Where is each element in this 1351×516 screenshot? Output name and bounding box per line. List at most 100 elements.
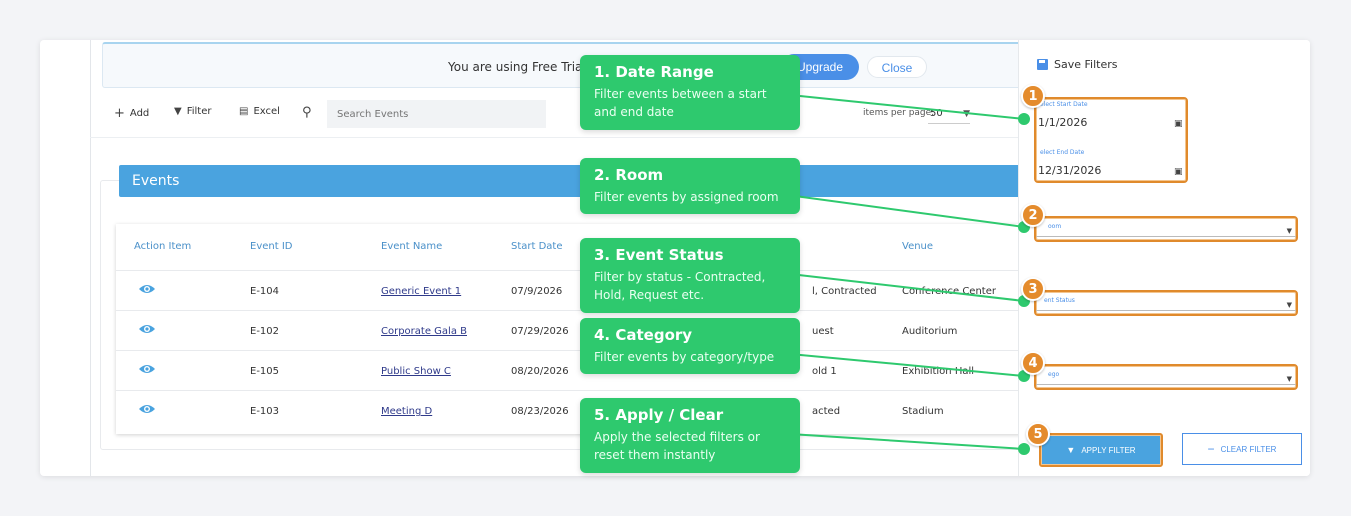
start-date: 08/23/2026 (511, 406, 569, 417)
column-header[interactable]: Venue (902, 241, 933, 252)
add-button[interactable]: + Add (114, 106, 149, 121)
event-id: E-104 (250, 286, 280, 297)
items-per-page-value: 50 (930, 108, 943, 119)
items-per-page-select[interactable]: 50 ▼ (928, 104, 970, 124)
callout-room: 2. Room Filter events by assigned room (580, 158, 800, 214)
callout-title: 4. Category (594, 326, 693, 344)
event-name-link[interactable]: Public Show C (381, 366, 451, 377)
funnel-icon: ▼ (1066, 445, 1076, 455)
select-underline (1036, 384, 1296, 385)
callout-description: Apply the selected filters or reset them… (594, 430, 760, 462)
chevron-down-icon: ▼ (1286, 301, 1292, 309)
event-name-link[interactable]: Corporate Gala B (381, 326, 467, 337)
chevron-down-icon: ▼ (963, 109, 970, 119)
step-badge-3: 3 (1021, 277, 1045, 301)
eye-icon[interactable] (138, 363, 156, 375)
room-label: oom (1048, 223, 1062, 230)
save-filters-label: Save Filters (1054, 58, 1118, 71)
event-status: l, Contracted (812, 286, 877, 297)
callout-date-range: 1. Date Range Filter events between a st… (580, 55, 800, 130)
venue: Conference Center (902, 286, 996, 297)
document-icon: ▤ (239, 106, 249, 117)
step-badge-4: 4 (1021, 351, 1045, 375)
step-badge-2: 2 (1021, 203, 1045, 227)
calendar-icon[interactable]: ▣ (1174, 119, 1183, 129)
callout-event-status: 3. Event Status Filter by status - Contr… (580, 238, 800, 313)
left-divider (90, 40, 91, 476)
excel-label: Excel (253, 106, 280, 117)
search-icon[interactable]: ⚲ (302, 105, 312, 120)
step-badge-5: 5 (1026, 422, 1050, 446)
event-status-label: ent Status (1044, 297, 1075, 304)
table-row: E-103 Meeting D 08/23/2026 acted Stadium (116, 390, 1036, 430)
event-status-select[interactable]: ent Status ▼ (1034, 290, 1298, 316)
start-date: 07/9/2026 (511, 286, 563, 297)
event-id: E-103 (250, 406, 280, 417)
callout-title: 5. Apply / Clear (594, 406, 724, 424)
event-id: E-105 (250, 366, 280, 377)
filter-label: Filter (186, 106, 212, 117)
callout-apply-clear: 5. Apply / Clear Apply the selected filt… (580, 398, 800, 473)
callout-description: Filter events by assigned room (594, 190, 779, 204)
select-underline (1036, 310, 1296, 311)
event-id: E-102 (250, 326, 280, 337)
save-filters-button[interactable]: Save Filters (1037, 58, 1117, 71)
chevron-down-icon: ▼ (1286, 375, 1292, 383)
start-date: 08/20/2026 (511, 366, 569, 377)
filter-button[interactable]: ▼ Filter (174, 106, 211, 117)
venue: Stadium (902, 406, 944, 417)
event-status: old 1 (812, 366, 837, 377)
add-label: Add (129, 108, 150, 119)
eye-icon[interactable] (138, 283, 156, 295)
callout-description: Filter by status - Contracted, Hold, Req… (594, 270, 766, 302)
venue: Exhibition Hall (902, 366, 975, 377)
start-date: 07/29/2026 (511, 326, 569, 337)
calendar-icon[interactable]: ▣ (1174, 167, 1183, 177)
chevron-down-icon: ▼ (1286, 227, 1292, 235)
minus-icon: − (1207, 442, 1215, 456)
callout-title: 2. Room (594, 166, 664, 184)
toolbar: + Add ▼ Filter ▤ Excel ⚲ items per page:… (114, 100, 1014, 128)
column-header[interactable]: Start Date (511, 241, 563, 252)
callout-category: 4. Category Filter events by category/ty… (580, 318, 800, 374)
event-name-link[interactable]: Generic Event 1 (381, 286, 461, 297)
select-underline (1036, 236, 1296, 237)
callout-title: 1. Date Range (594, 63, 714, 81)
column-header[interactable]: Event Name (381, 241, 442, 252)
excel-button[interactable]: ▤ Excel (239, 106, 280, 117)
eye-icon[interactable] (138, 323, 156, 335)
event-name-link[interactable]: Meeting D (381, 406, 432, 417)
items-per-page-label: items per page: (863, 108, 935, 118)
start-date-input[interactable]: 1/1/2026 (1038, 116, 1087, 129)
clear-filter-label: CLEAR FILTER (1220, 444, 1277, 454)
event-status: acted (812, 406, 841, 417)
column-header[interactable]: Action Item (134, 241, 191, 252)
venue: Auditorium (902, 326, 958, 337)
funnel-icon: ▼ (174, 106, 182, 117)
callout-description: Filter events between a start and end da… (594, 87, 767, 119)
callout-title: 3. Event Status (594, 246, 724, 264)
table-row: E-102 Corporate Gala B 07/29/2026 uest A… (116, 310, 1036, 350)
apply-filter-button[interactable]: ▼ APPLY FILTER (1042, 436, 1160, 464)
category-select[interactable]: ego ▼ (1034, 364, 1298, 390)
category-label: ego (1048, 371, 1060, 378)
end-date-input[interactable]: 12/31/2026 (1038, 164, 1101, 177)
end-date-label: elect End Date (1040, 149, 1085, 156)
plus-icon: + (114, 106, 125, 121)
events-table: Action Item Event ID Event Name Start Da… (116, 224, 1036, 434)
trial-banner-text: You are using Free Trial. Y (448, 60, 601, 74)
search-input[interactable] (327, 100, 546, 128)
column-header[interactable]: Event ID (250, 241, 292, 252)
eye-icon[interactable] (138, 403, 156, 415)
close-banner-button[interactable]: Close (867, 56, 927, 78)
apply-filter-label: APPLY FILTER (1081, 445, 1136, 455)
table-row: E-104 Generic Event 1 07/9/2026 l, Contr… (116, 270, 1036, 310)
divider (90, 137, 1020, 138)
room-select[interactable]: oom ▼ (1034, 216, 1298, 242)
callout-description: Filter events by category/type (594, 350, 775, 364)
step-badge-1: 1 (1021, 84, 1045, 108)
save-icon (1037, 59, 1048, 70)
clear-filter-button[interactable]: − CLEAR FILTER (1182, 433, 1302, 465)
date-range-fields: elect Start Date 1/1/2026 ▣ elect End Da… (1034, 97, 1188, 183)
event-status: uest (812, 326, 834, 337)
